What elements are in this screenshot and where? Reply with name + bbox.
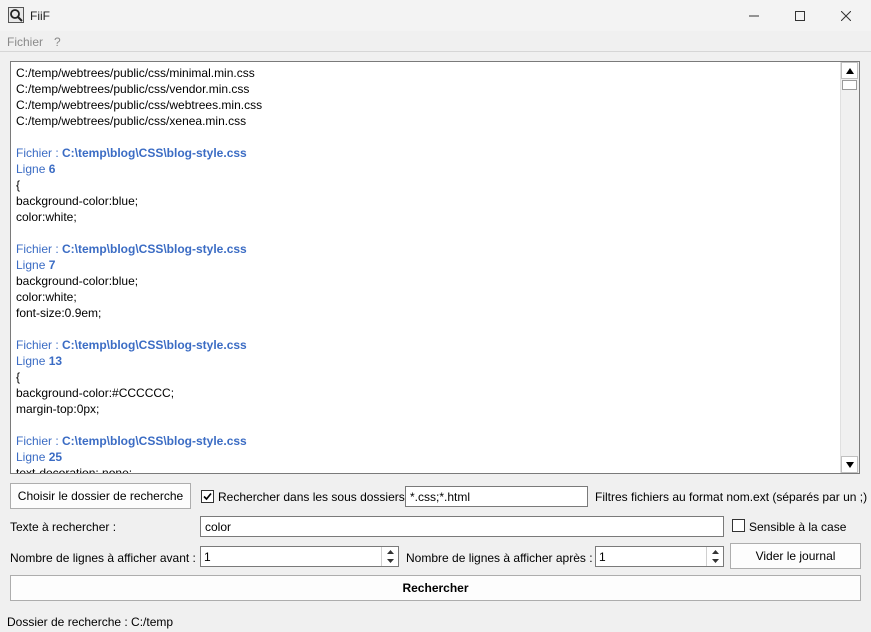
log-value: C:\temp\blog\CSS\blog-style.css [62, 434, 247, 448]
log-line-number: Ligne 7 [16, 257, 837, 273]
spin-down-icon [711, 559, 719, 564]
log-text-line: { [16, 370, 21, 384]
log-text-line: color:white; [16, 210, 77, 224]
clear-log-button[interactable]: Vider le journal [730, 543, 861, 569]
lines-before-up[interactable] [382, 547, 398, 557]
subfolders-label: Rechercher dans les sous dossiers [218, 490, 405, 504]
log-file-line: Fichier : C:\temp\blog\CSS\blog-style.cs… [16, 241, 837, 257]
lines-before-down[interactable] [382, 557, 398, 567]
maximize-icon [795, 10, 805, 21]
log-file-line: Fichier : C:\temp\blog\CSS\blog-style.cs… [16, 145, 837, 161]
log-blank-line [16, 321, 837, 337]
filter-hint: Filtres fichiers au format nom.ext (sépa… [595, 490, 868, 504]
log-line-number: Ligne 13 [16, 353, 837, 369]
log-value: C:\temp\blog\CSS\blog-style.css [62, 338, 247, 352]
log-text-line: background-color:blue; [16, 194, 139, 208]
maximize-button[interactable] [777, 0, 823, 31]
magnifier-icon [8, 7, 24, 23]
search-text-input[interactable]: color [200, 516, 724, 537]
search-text-label: Texte à rechercher : [10, 520, 117, 534]
menu-fichier[interactable]: Fichier [7, 35, 43, 49]
minimize-icon [749, 15, 759, 16]
log-text-line: font-size:0.9em; [16, 306, 102, 320]
spin-up-icon [386, 549, 394, 554]
scroll-down-button[interactable] [841, 456, 858, 473]
lines-after-value: 1 [599, 550, 606, 564]
log-prefix: Ligne [16, 162, 49, 176]
minimize-button[interactable] [731, 0, 777, 31]
lines-after-up[interactable] [707, 547, 723, 557]
close-button[interactable] [823, 0, 869, 31]
arrow-down-icon [845, 461, 854, 468]
log-value: 6 [48, 162, 56, 176]
log-prefix: Ligne [16, 258, 49, 272]
log-value: 25 [48, 450, 63, 464]
log-content: C:/temp/webtrees/public/css/minimal.min.… [16, 65, 837, 474]
log-text-line: C:/temp/webtrees/public/css/xenea.min.cs… [16, 114, 247, 128]
log-prefix: Ligne [16, 354, 49, 368]
case-sensitive-label: Sensible à la case [749, 520, 847, 534]
log-prefix: Fichier : [16, 146, 63, 160]
choose-folder-button[interactable]: Choisir le dossier de recherche [10, 483, 191, 509]
spin-down-icon [386, 559, 394, 564]
lines-after-label: Nombre de lignes à afficher après : [406, 551, 593, 565]
arrow-up-icon [845, 67, 854, 74]
subfolders-checkbox[interactable] [201, 490, 214, 503]
log-text-line: text-decoration: none; [16, 466, 133, 474]
status-text: Dossier de recherche : C:/temp [7, 615, 174, 629]
log-blank-line [16, 225, 837, 241]
title-bar: FiiF [0, 0, 871, 31]
log-text-line: C:/temp/webtrees/public/css/vendor.min.c… [16, 82, 250, 96]
results-log[interactable]: C:/temp/webtrees/public/css/minimal.min.… [10, 61, 860, 474]
log-line-number: Ligne 25 [16, 449, 837, 465]
scroll-thumb[interactable] [842, 80, 857, 90]
log-value: 7 [48, 258, 56, 272]
lines-after-spinner[interactable]: 1 [595, 546, 724, 567]
case-sensitive-checkbox[interactable] [732, 519, 745, 532]
log-value: C:\temp\blog\CSS\blog-style.css [62, 146, 247, 160]
menu-divider [0, 51, 871, 52]
log-prefix: Fichier : [16, 242, 63, 256]
log-blank-line [16, 417, 837, 433]
log-blank-line [16, 129, 837, 145]
window-title: FiiF [30, 9, 50, 23]
log-text-line: background-color:#CCCCCC; [16, 386, 175, 400]
scroll-up-button[interactable] [841, 62, 858, 79]
log-text-line: C:/temp/webtrees/public/css/minimal.min.… [16, 66, 255, 80]
log-text-line: { [16, 178, 21, 192]
spin-up-icon [711, 549, 719, 554]
search-button[interactable]: Rechercher [10, 575, 861, 601]
lines-before-value: 1 [204, 550, 211, 564]
log-value: 13 [48, 354, 63, 368]
close-icon [841, 10, 851, 21]
log-value: C:\temp\blog\CSS\blog-style.css [62, 242, 247, 256]
log-prefix: Fichier : [16, 434, 63, 448]
log-text-line: C:/temp/webtrees/public/css/webtrees.min… [16, 98, 263, 112]
log-file-line: Fichier : C:\temp\blog\CSS\blog-style.cs… [16, 337, 837, 353]
log-prefix: Fichier : [16, 338, 63, 352]
log-text-line: margin-top:0px; [16, 402, 100, 416]
menu-help[interactable]: ? [54, 35, 61, 49]
log-file-line: Fichier : C:\temp\blog\CSS\blog-style.cs… [16, 433, 837, 449]
lines-before-spinner[interactable]: 1 [200, 546, 399, 567]
checkmark-icon [203, 492, 212, 501]
menu-bar: Fichier ? [0, 31, 871, 52]
log-text-line: color:white; [16, 290, 77, 304]
log-line-number: Ligne 6 [16, 161, 837, 177]
log-scrollbar[interactable] [840, 62, 859, 473]
log-prefix: Ligne [16, 450, 49, 464]
lines-after-down[interactable] [707, 557, 723, 567]
filter-input[interactable]: *.css;*.html [405, 486, 588, 507]
log-text-line: background-color:blue; [16, 274, 139, 288]
lines-before-label: Nombre de lignes à afficher avant : [10, 551, 196, 565]
